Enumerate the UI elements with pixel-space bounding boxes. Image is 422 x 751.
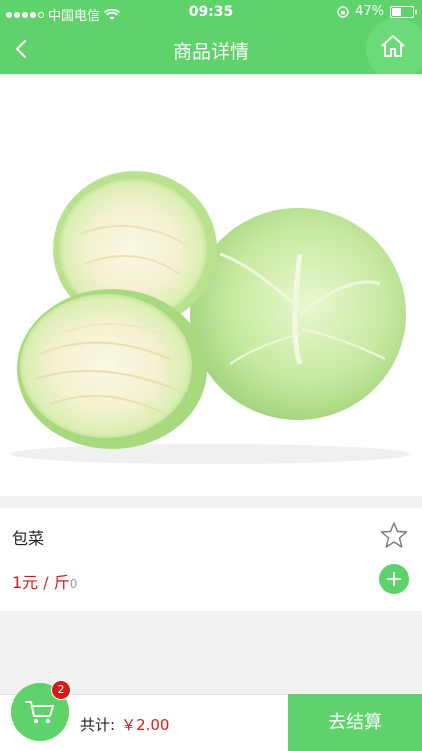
battery-icon [390, 5, 417, 18]
quantity-value: 0 [69, 577, 78, 591]
home-button[interactable] [366, 18, 422, 80]
shopping-cart-icon [25, 701, 54, 724]
status-bar: 中国电信 09:35 47% [0, 0, 422, 26]
cart-total: 共计: ￥2.00 [80, 714, 169, 735]
price-unit: 斤 [53, 573, 70, 592]
price-value: 1元 [12, 573, 39, 592]
favorite-button[interactable] [380, 521, 408, 553]
product-info-card: 包菜 1元 / 斤0 [0, 508, 422, 611]
product-price: 1元 / 斤0 [12, 569, 77, 593]
product-name: 包菜 [12, 529, 45, 548]
total-label: 共计: [80, 716, 116, 734]
status-right: 47% [337, 4, 417, 19]
cart-count-badge: 2 [51, 680, 71, 700]
add-to-cart-button[interactable] [379, 564, 409, 594]
star-outline-icon [380, 522, 408, 548]
cabbage-image [0, 134, 422, 464]
page-title: 商品详情 [172, 41, 249, 63]
home-icon [381, 35, 405, 57]
product-image [0, 74, 422, 496]
total-amount: ￥2.00 [121, 716, 170, 734]
battery-percent: 47% [355, 4, 384, 19]
cart-button[interactable]: 2 [11, 680, 71, 741]
plus-icon [387, 572, 401, 586]
checkout-button[interactable]: 去结算 [288, 694, 422, 751]
price-unit-separator: / [38, 573, 54, 592]
nav-bar: 商品详情 [0, 18, 422, 80]
rotation-lock-icon [337, 5, 349, 18]
